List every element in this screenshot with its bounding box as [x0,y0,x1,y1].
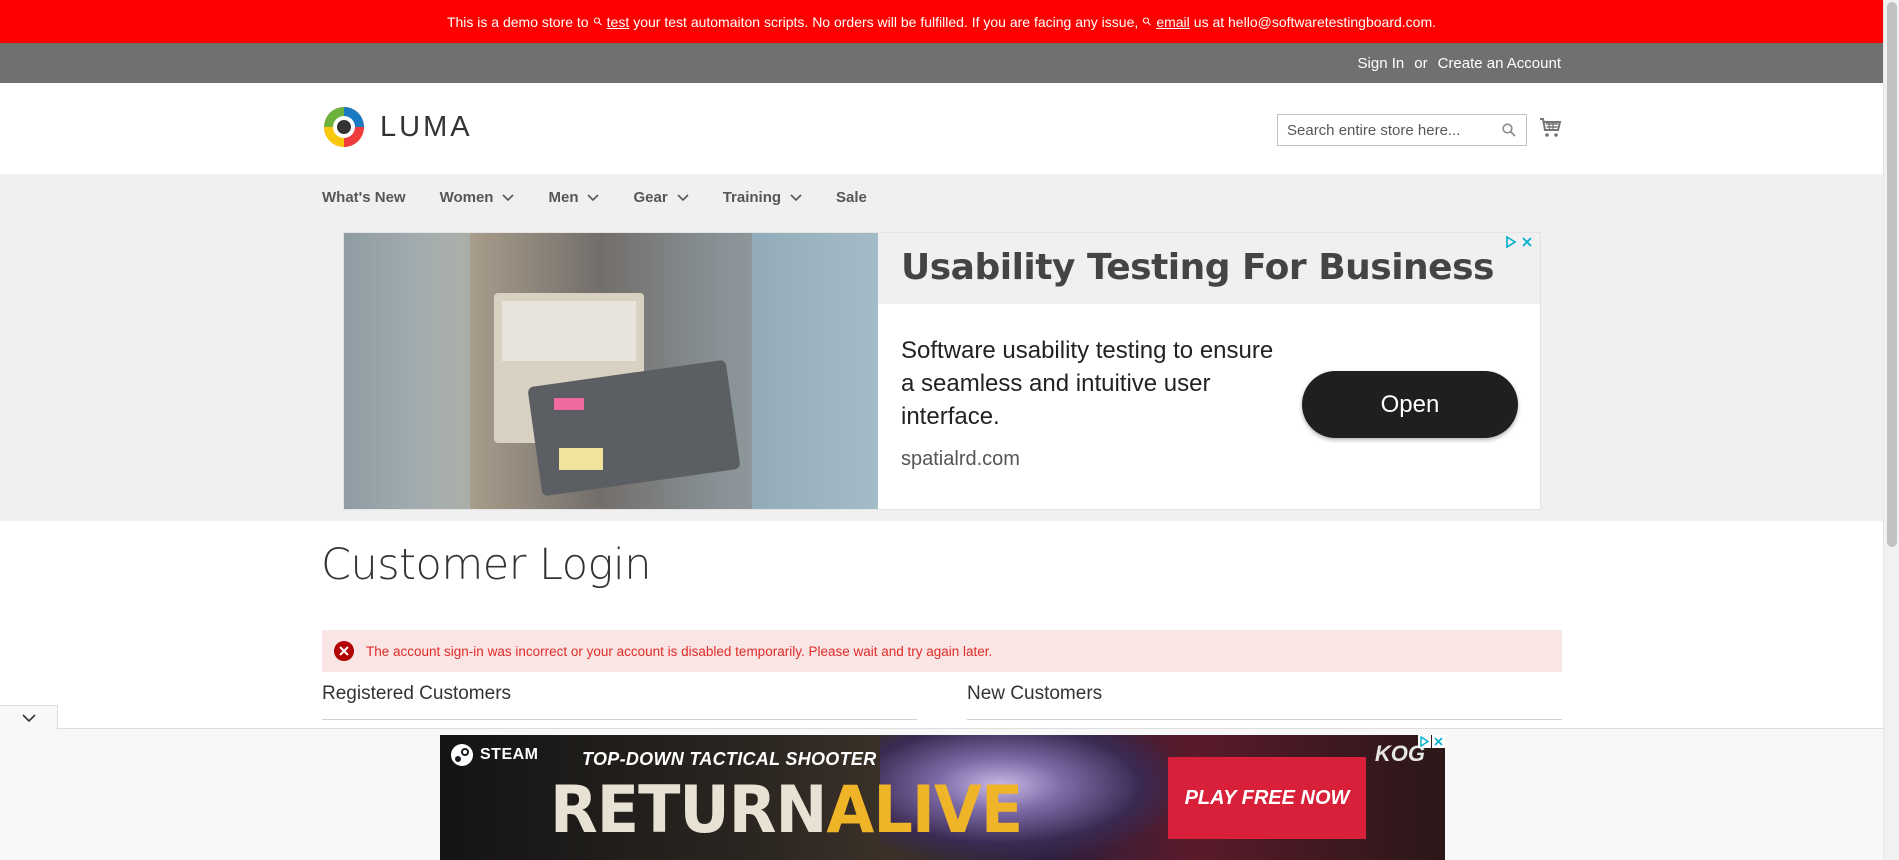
ad-domain: spatialrd.com [901,448,1020,470]
scrollbar-thumb[interactable] [1887,2,1897,547]
ad-body-text: Software usability testing to ensure a s… [901,337,1274,430]
search-icon: ⚲ [1140,14,1155,29]
search-input[interactable] [1278,115,1488,145]
ad-game-title: RETURNALIVE [550,771,1023,848]
adchoices-icon[interactable] [1418,735,1431,748]
page-scrollbar[interactable] [1883,0,1899,860]
display-ad[interactable]: Usability Testing For Business Software … [343,232,1541,510]
demo-notice-text-2: your test automaiton scripts. No orders … [633,13,1139,30]
demo-notice-text-1: This is a demo store to [446,13,589,30]
demo-notice-email-link[interactable]: email [1156,14,1189,30]
page-title: Customer Login [321,540,652,590]
search-box [1277,114,1527,146]
nav-item-label: Men [548,189,579,206]
divider [967,719,1562,720]
create-account-link[interactable]: Create an Account [1438,55,1561,72]
store-logo[interactable]: LUMA [322,105,473,149]
steam-label: STEAM [480,746,539,763]
chevron-down-icon [587,193,600,201]
logo-wordmark: LUMA [380,110,473,143]
nav-item-women[interactable]: Women [440,189,515,206]
header-content: LUMA [0,83,1883,174]
nav-item-whats-new[interactable]: What's New [322,189,406,206]
divider [322,719,917,720]
chevron-down-icon [790,193,802,201]
error-message: The account sign-in was incorrect or you… [322,630,1562,672]
chevron-down-icon [502,193,515,201]
steam-icon [451,744,473,766]
chevron-down-icon [677,193,689,201]
error-message-text: The account sign-in was incorrect or you… [366,643,993,659]
ad-laptop-illustration [344,233,878,509]
steam-badge: STEAM [450,743,539,767]
search-icon[interactable] [1502,123,1516,137]
play-free-now-button[interactable]: PLAY FREE NOW [1168,757,1366,839]
ad-title[interactable]: Usability Testing For Business [901,247,1494,288]
header-links: Sign In or Create an Account [1358,43,1561,83]
header-panel: Sign In or Create an Account [0,43,1883,83]
ad-close-icon[interactable] [1432,735,1445,748]
ad-game-title-part1: RETURN [550,771,827,848]
adchoices-icon[interactable] [1504,235,1518,249]
nav-item-label: Women [439,189,494,206]
nav-item-label: What's New [322,189,406,206]
ad-tagline: TOP-DOWN TACTICAL SHOOTER [582,749,877,769]
game-ad[interactable]: STEAM TOP-DOWN TACTICAL SHOOTER RETURNAL… [440,735,1445,860]
main-navigation: What's New Women Men Gear Training Sale [322,174,901,221]
demo-notice-text-3: us at hello@softwaretestingboard.com. [1193,13,1437,30]
nav-item-gear[interactable]: Gear [633,189,689,206]
chevron-down-icon [21,714,36,723]
ad-game-title-part2: ALIVE [826,771,1023,848]
registered-customers-title: Registered Customers [322,683,512,704]
ad-close-icon[interactable] [1520,235,1534,249]
demo-notice-banner: This is a demo store to ⚲ test your test… [0,0,1883,43]
search-icon: ⚲ [590,14,606,29]
sticky-ad-collapse-toggle[interactable] [0,705,58,730]
luma-logo-icon [324,107,364,147]
error-icon [334,641,354,661]
nav-item-training[interactable]: Training [723,189,802,206]
ad-open-button[interactable]: Open [1302,371,1518,438]
ad-image [344,233,878,509]
shopping-cart-icon[interactable] [1539,116,1563,140]
header-or-text: or [1414,54,1428,72]
demo-notice-test-link[interactable]: test [607,14,630,30]
new-customers-title: New Customers [967,683,1103,704]
nav-item-sale[interactable]: Sale [836,189,867,206]
nav-item-men[interactable]: Men [548,189,600,206]
nav-item-label: Gear [633,189,668,206]
nav-item-label: Training [722,189,782,206]
sign-in-link[interactable]: Sign In [1358,55,1405,72]
nav-item-label: Sale [836,189,867,206]
